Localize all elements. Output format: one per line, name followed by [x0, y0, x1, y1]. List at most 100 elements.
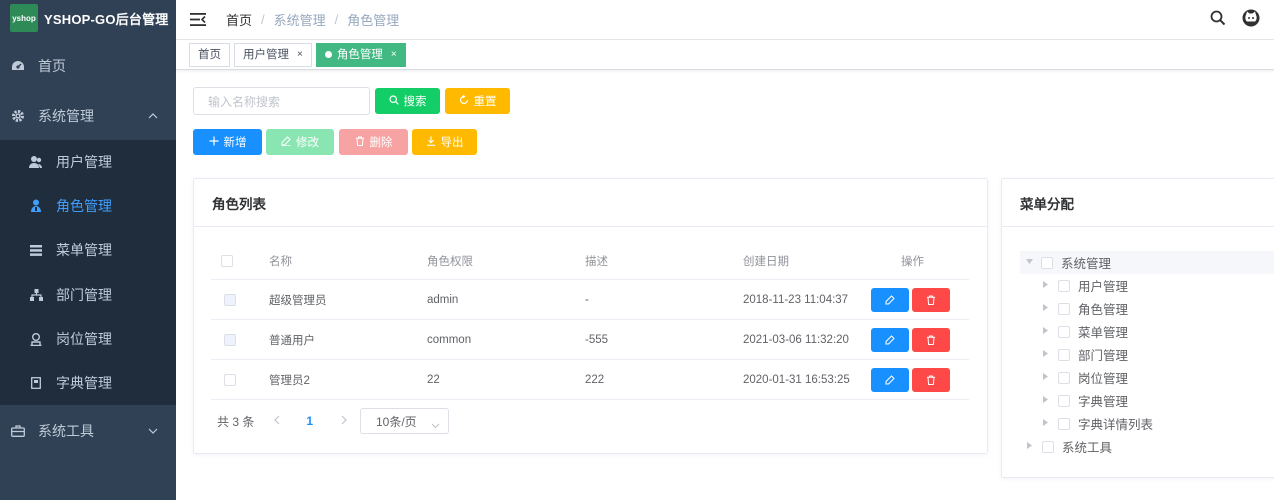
caret-right-icon[interactable]: [1043, 304, 1051, 313]
menu-icon: [28, 242, 44, 258]
role-created: 2021-03-06 11:32:20: [743, 333, 849, 346]
users-icon: [28, 154, 44, 170]
column-header[interactable]: 创建日期: [743, 242, 789, 279]
logo[interactable]: yshop YSHOP-GO后台管理: [0, 0, 176, 36]
sidebar-item-label: 菜单管理: [56, 242, 112, 258]
sidebar-item-system[interactable]: 系统管理: [0, 90, 176, 142]
search-button-label: 搜索: [403, 96, 427, 108]
sidebar-item-posts[interactable]: 岗位管理: [0, 317, 176, 361]
edit-button[interactable]: 修改: [266, 129, 334, 155]
trash-icon: [927, 335, 935, 345]
sidebar-item-roles[interactable]: 角色管理: [0, 184, 176, 228]
select-all-checkbox[interactable]: [221, 254, 233, 267]
sidebar-item-menus[interactable]: 菜单管理: [0, 228, 176, 272]
logo-image: yshop: [10, 4, 38, 32]
tree-checkbox[interactable]: [1058, 371, 1070, 384]
delete-button[interactable]: 删除: [339, 129, 408, 155]
search-button[interactable]: 搜索: [375, 88, 440, 114]
github-icon[interactable]: [1242, 9, 1260, 30]
caret-right-icon[interactable]: [1043, 396, 1051, 405]
tag-roles[interactable]: 角色管理 ×: [315, 42, 406, 67]
breadcrumb-home[interactable]: 首页: [226, 10, 252, 29]
tree-node-tools[interactable]: 系统工具: [1027, 435, 1112, 458]
table-row[interactable]: 管理员2 22 222 2020-01-31 16:53:25: [211, 360, 969, 400]
delete-button-label: 删除: [369, 137, 393, 149]
caret-right-icon[interactable]: [1043, 419, 1051, 428]
sidebar-item-tools[interactable]: 系统工具: [0, 405, 176, 457]
sidebar-item-users[interactable]: 用户管理: [0, 140, 176, 184]
trash-icon: [355, 136, 365, 149]
prev-page-icon[interactable]: [274, 414, 280, 428]
row-checkbox[interactable]: [224, 293, 236, 306]
sidebar-item-label: 系统管理: [38, 108, 94, 124]
caret-right-icon[interactable]: [1043, 327, 1051, 336]
tree-label: 用户管理: [1078, 280, 1129, 294]
sidebar-item-label: 用户管理: [56, 154, 112, 170]
role-created: 2018-11-23 11:04:37: [743, 293, 849, 306]
close-icon[interactable]: ×: [297, 44, 303, 66]
tree-node[interactable]: 部门管理: [1043, 343, 1128, 366]
add-button[interactable]: 新增: [193, 129, 262, 155]
column-header[interactable]: 描述: [585, 242, 608, 279]
sidebar-item-home[interactable]: 首页: [0, 40, 176, 92]
tree-node[interactable]: 字典管理: [1043, 389, 1128, 412]
edit-button-label: 修改: [296, 137, 319, 149]
app-title: YSHOP-GO后台管理: [44, 11, 169, 27]
tree-node-system[interactable]: 系统管理: [1020, 251, 1274, 274]
tree-label: 系统管理: [1061, 257, 1112, 271]
row-delete-button[interactable]: [912, 327, 950, 352]
caret-right-icon[interactable]: [1027, 442, 1035, 451]
edit-icon: [885, 334, 895, 344]
caret-right-icon[interactable]: [1043, 350, 1051, 359]
row-delete-button[interactable]: [912, 287, 950, 312]
table-row[interactable]: 普通用户 common -555 2021-03-06 11:32:20: [211, 320, 969, 360]
tree-node[interactable]: 用户管理: [1043, 274, 1128, 297]
tag-users[interactable]: 用户管理 ×: [234, 42, 312, 67]
next-page-icon[interactable]: [341, 414, 347, 428]
sidebar-item-dicts[interactable]: 字典管理: [0, 361, 176, 405]
tree-checkbox[interactable]: [1058, 302, 1070, 315]
hamburger-icon[interactable]: [190, 13, 206, 27]
pagination-total: 共 3 条: [217, 414, 255, 429]
close-icon[interactable]: ×: [391, 44, 397, 66]
tree-checkbox[interactable]: [1058, 394, 1070, 407]
tree-node[interactable]: 字典详情列表: [1043, 412, 1153, 435]
tree-node[interactable]: 角色管理: [1043, 297, 1128, 320]
tree-checkbox[interactable]: [1058, 279, 1070, 292]
row-edit-button[interactable]: [871, 327, 909, 352]
row-checkbox[interactable]: [224, 373, 236, 386]
table-row[interactable]: 超级管理员 admin - 2018-11-23 11:04:37: [211, 280, 969, 320]
tree-node[interactable]: 岗位管理: [1043, 366, 1128, 389]
export-button[interactable]: 导出: [412, 129, 477, 155]
column-header[interactable]: 名称: [269, 242, 292, 279]
row-edit-button[interactable]: [871, 287, 909, 312]
tree-checkbox[interactable]: [1042, 440, 1054, 453]
page-size-select[interactable]: 10条/页: [360, 408, 449, 434]
sidebar-item-depts[interactable]: 部门管理: [0, 273, 176, 317]
refresh-icon: [459, 94, 469, 108]
tree-checkbox[interactable]: [1058, 325, 1070, 338]
role-icon: [28, 198, 44, 214]
search-input[interactable]: 输入名称搜索: [193, 87, 370, 115]
row-edit-button[interactable]: [871, 367, 909, 392]
tree-checkbox[interactable]: [1058, 417, 1070, 430]
gear-icon: [10, 108, 26, 124]
caret-down-icon[interactable]: [1026, 259, 1034, 266]
tree-checkbox[interactable]: [1058, 348, 1070, 361]
caret-right-icon[interactable]: [1043, 281, 1051, 290]
page-number[interactable]: 1: [306, 414, 313, 428]
sidebar-item-label: 首页: [38, 58, 66, 74]
role-table: 名称 角色权限 描述 创建日期 操作 超级管理员 admin - 2018-11…: [211, 242, 969, 400]
column-header[interactable]: 角色权限: [427, 242, 473, 279]
sidebar-item-label: 部门管理: [56, 287, 112, 303]
tree-checkbox[interactable]: [1041, 256, 1053, 269]
row-delete-button[interactable]: [912, 367, 950, 392]
export-button-label: 导出: [440, 137, 464, 149]
row-checkbox[interactable]: [224, 333, 236, 346]
tree-node[interactable]: 菜单管理: [1043, 320, 1128, 343]
search-icon[interactable]: [1210, 10, 1226, 29]
column-header: 操作: [901, 255, 924, 268]
tag-home[interactable]: 首页: [189, 42, 230, 67]
caret-right-icon[interactable]: [1043, 373, 1051, 382]
reset-button[interactable]: 重置: [445, 88, 510, 114]
